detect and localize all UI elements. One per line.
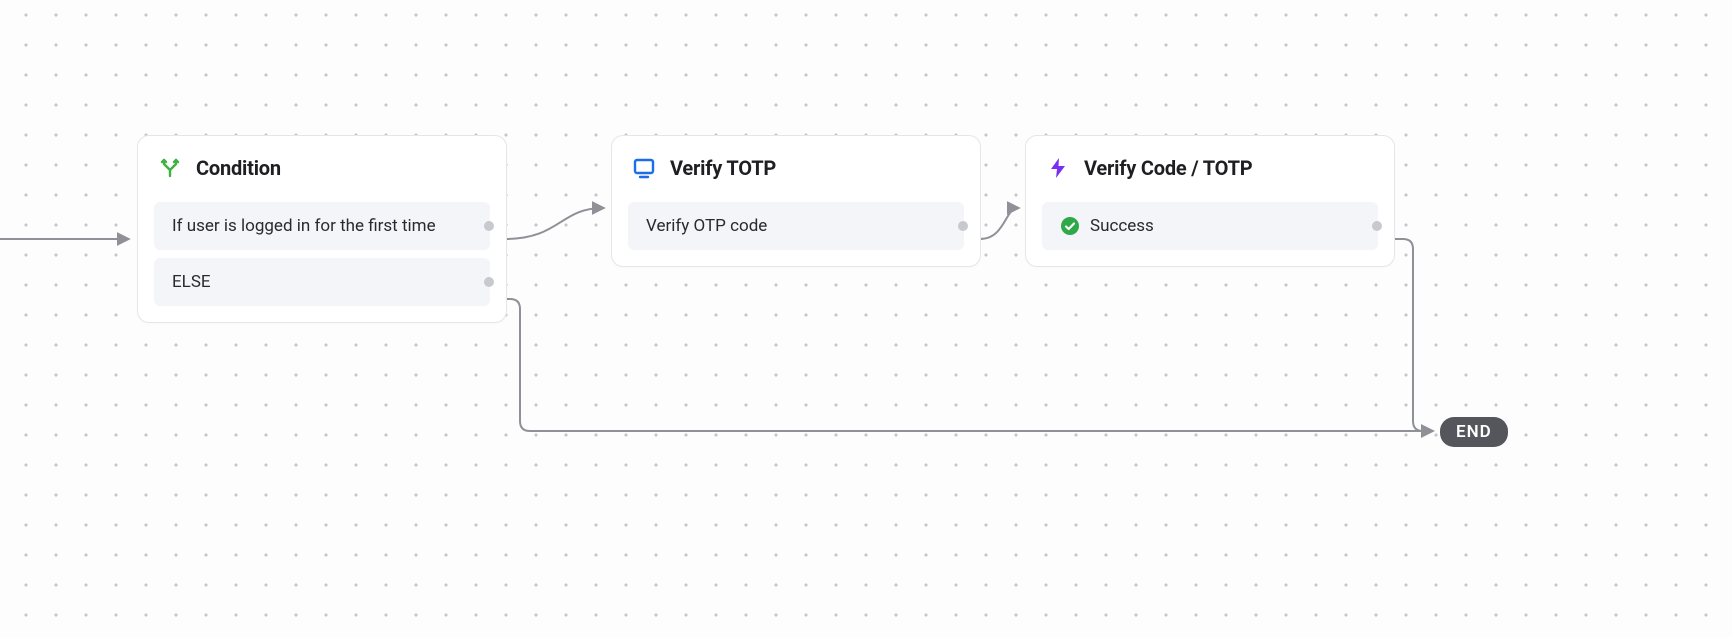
output-port[interactable]: [958, 221, 968, 231]
node-verify-code-totp[interactable]: Verify Code / TOTP Success: [1025, 135, 1395, 267]
row-label: If user is logged in for the first time: [172, 216, 436, 236]
verify-code-row-success[interactable]: Success: [1042, 202, 1378, 250]
output-port[interactable]: [484, 221, 494, 231]
node-header: Verify TOTP: [628, 152, 964, 194]
verify-totp-row[interactable]: Verify OTP code: [628, 202, 964, 250]
end-label: END: [1456, 422, 1492, 442]
row-label: Success: [1090, 216, 1154, 236]
output-port[interactable]: [1372, 221, 1382, 231]
output-port[interactable]: [484, 277, 494, 287]
node-condition[interactable]: Condition If user is logged in for the f…: [137, 135, 507, 323]
row-label: ELSE: [172, 272, 211, 292]
node-title: Condition: [196, 156, 281, 180]
lightning-icon: [1046, 156, 1070, 180]
flow-canvas[interactable]: Condition If user is logged in for the f…: [0, 0, 1732, 638]
row-label: Verify OTP code: [646, 216, 767, 236]
condition-row-if[interactable]: If user is logged in for the first time: [154, 202, 490, 250]
node-header: Condition: [154, 152, 490, 194]
monitor-icon: [632, 156, 656, 180]
node-verify-totp[interactable]: Verify TOTP Verify OTP code: [611, 135, 981, 267]
end-badge: END: [1440, 417, 1508, 447]
branch-icon: [158, 156, 182, 180]
node-title: Verify TOTP: [670, 156, 776, 180]
check-circle-icon: [1060, 216, 1080, 236]
node-title: Verify Code / TOTP: [1084, 156, 1252, 180]
condition-row-else[interactable]: ELSE: [154, 258, 490, 306]
node-header: Verify Code / TOTP: [1042, 152, 1378, 194]
